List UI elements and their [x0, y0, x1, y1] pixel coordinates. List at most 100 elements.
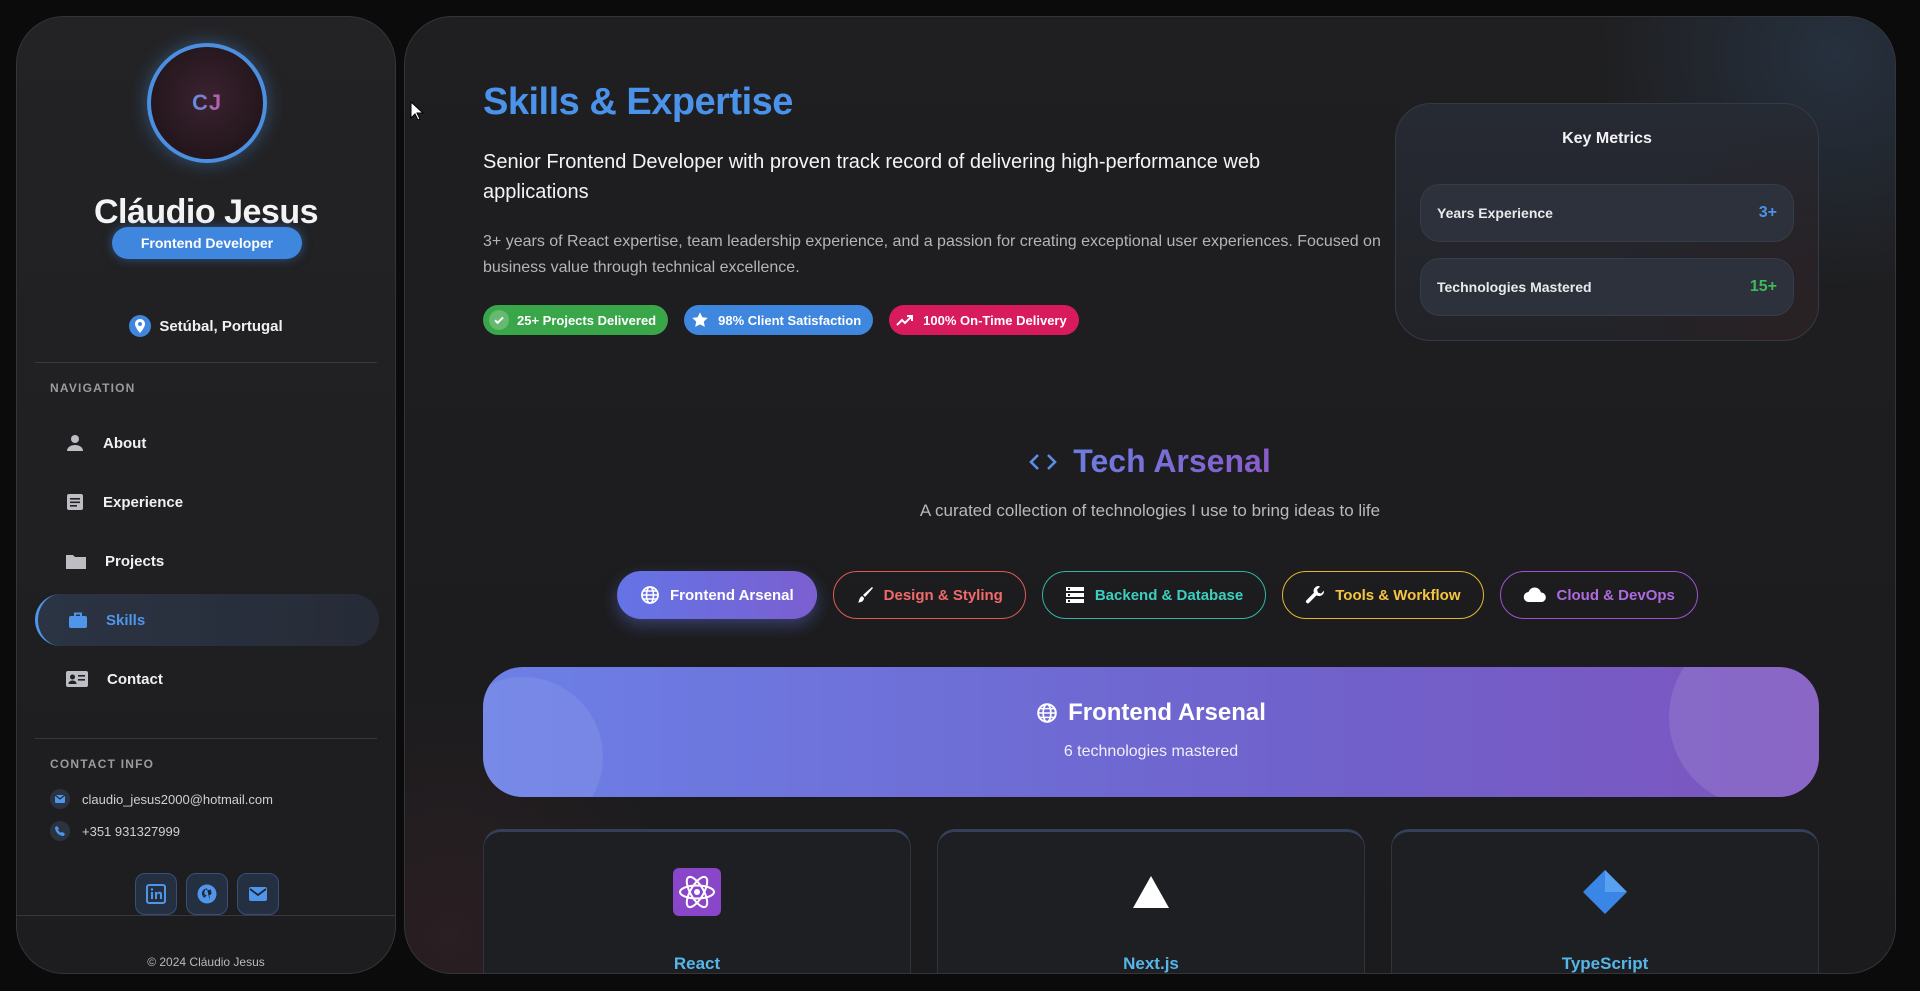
tech-name: TypeScript: [1561, 954, 1649, 973]
social-links: [135, 873, 279, 915]
phone-icon: [50, 821, 70, 841]
email-text: claudio_jesus2000@hotmail.com: [82, 791, 273, 807]
globe-icon: [641, 586, 659, 604]
tab-cloud-devops[interactable]: Cloud & DevOps: [1499, 571, 1698, 619]
tech-card-nextjs[interactable]: Next.js: [937, 829, 1365, 973]
hero-description: 3+ years of React expertise, team leader…: [483, 233, 1381, 276]
triangle-icon: [1127, 868, 1175, 916]
tab-tools-workflow[interactable]: Tools & Workflow: [1282, 571, 1484, 619]
location-text: Setúbal, Portugal: [159, 317, 283, 335]
delivery-pill: 100% On-Time Delivery: [889, 305, 1079, 335]
nav-section-title: NAVIGATION: [50, 381, 136, 395]
sidebar-item-label: Projects: [105, 552, 165, 570]
metric-technologies-mastered: Technologies Mastered 15+: [1420, 258, 1794, 316]
satisfaction-pill: 98% Client Satisfaction: [684, 305, 874, 335]
banner-title: Frontend Arsenal: [483, 699, 1819, 727]
linkedin-icon: [146, 884, 166, 904]
section-subtitle: A curated collection of technologies I u…: [919, 501, 1381, 520]
pill-label: 98% Client Satisfaction: [718, 312, 862, 328]
contact-card-icon: [66, 671, 88, 687]
pill-label: 100% On-Time Delivery: [923, 312, 1067, 328]
github-button[interactable]: [186, 873, 228, 915]
metric-label: Technologies Mastered: [1437, 279, 1592, 295]
tab-frontend-arsenal[interactable]: Frontend Arsenal: [617, 571, 817, 619]
metric-value: 15+: [1749, 278, 1777, 295]
star-icon: [690, 310, 710, 330]
server-icon: [1065, 587, 1084, 603]
tab-label: Cloud & DevOps: [1556, 586, 1675, 604]
mail-icon: [50, 789, 70, 809]
sidebar: CJ Cláudio Jesus Frontend Developer Setú…: [16, 16, 396, 974]
banner-title-text: Frontend Arsenal: [1068, 699, 1266, 726]
tech-card-typescript[interactable]: TypeScript: [1391, 829, 1819, 973]
role-badge: Frontend Developer: [112, 227, 302, 259]
tech-name: React: [673, 954, 721, 973]
react-atom-icon: [673, 868, 721, 916]
section-heading: Tech Arsenal: [405, 443, 1895, 480]
sidebar-item-label: Skills: [106, 611, 146, 629]
banner-subtitle: 6 technologies mastered: [1063, 743, 1239, 760]
sidebar-item-skills[interactable]: Skills: [35, 594, 379, 646]
location: Setúbal, Portugal: [17, 313, 395, 339]
github-icon: [197, 884, 217, 904]
sidebar-item-experience[interactable]: Experience: [35, 476, 379, 528]
contact-section-title: CONTACT INFO: [50, 757, 155, 771]
globe-icon: [1037, 703, 1057, 723]
avatar-initials: CJ: [191, 90, 223, 115]
page-title: Skills & Expertise: [483, 81, 793, 123]
tab-backend-database[interactable]: Backend & Database: [1041, 571, 1267, 619]
projects-pill: 25+ Projects Delivered: [483, 305, 669, 335]
sidebar-item-projects[interactable]: Projects: [35, 535, 379, 587]
document-icon: [67, 494, 83, 510]
divider: [35, 362, 377, 363]
person-icon: [67, 435, 83, 451]
contact-email[interactable]: claudio_jesus2000@hotmail.com: [50, 789, 273, 809]
tab-label: Tools & Workflow: [1335, 586, 1461, 604]
section-title: Tech Arsenal: [1073, 443, 1271, 479]
divider: [35, 738, 377, 739]
linkedin-button[interactable]: [135, 873, 177, 915]
phone-text: +351 931327999: [82, 823, 180, 839]
category-banner: Frontend Arsenal 6 technologies mastered: [483, 667, 1819, 797]
sidebar-item-label: Experience: [103, 493, 184, 511]
tab-label: Frontend Arsenal: [670, 586, 794, 604]
mail-icon: [249, 887, 267, 901]
sidebar-item-about[interactable]: About: [35, 417, 379, 469]
metric-value: 3+: [1758, 204, 1777, 221]
tab-design-styling[interactable]: Design & Styling: [832, 571, 1026, 619]
achievement-pills: 25+ Projects Delivered 98% Client Satisf…: [483, 305, 1079, 335]
briefcase-icon: [69, 612, 87, 628]
key-metrics-card: Key Metrics Years Experience 3+ Technolo…: [1395, 103, 1819, 341]
hero-subtitle: Senior Frontend Developer with proven tr…: [483, 151, 1261, 203]
main-content: Skills & Expertise Senior Frontend Devel…: [404, 16, 1896, 974]
tech-name: Next.js: [1123, 954, 1179, 973]
folder-icon: [66, 555, 86, 569]
metrics-title: Key Metrics: [1562, 130, 1652, 147]
sidebar-item-label: About: [103, 434, 147, 452]
metric-label: Years Experience: [1437, 205, 1553, 221]
metric-years-experience: Years Experience 3+: [1420, 184, 1794, 242]
code-icon: [1029, 453, 1058, 470]
contact-phone[interactable]: +351 931327999: [50, 821, 180, 841]
brush-icon: [857, 587, 873, 603]
decorative-circle: [483, 677, 603, 797]
tech-cards: React Next.js TypeScript: [483, 829, 1819, 973]
decorative-circle: [1669, 667, 1819, 797]
divider: [17, 915, 395, 916]
sidebar-item-label: Contact: [107, 670, 163, 688]
tech-card-react[interactable]: React: [483, 829, 911, 973]
check-circle-icon: [489, 310, 509, 330]
tab-label: Backend & Database: [1094, 586, 1244, 604]
sidebar-item-contact[interactable]: Contact: [35, 653, 379, 705]
location-pin-icon: [129, 315, 152, 337]
pill-label: 25+ Projects Delivered: [517, 312, 657, 328]
wrench-icon: [1306, 586, 1325, 604]
mail-button[interactable]: [237, 873, 279, 915]
tab-label: Design & Styling: [883, 586, 1003, 604]
cloud-icon: [1523, 587, 1546, 603]
diamond-icon: [1581, 868, 1629, 916]
avatar[interactable]: CJ: [147, 43, 267, 163]
mouse-cursor-icon: [410, 101, 424, 121]
copyright: © 2024 Cláudio Jesus: [147, 955, 265, 969]
category-tabs: Frontend Arsenal Design & Styling Backen…: [617, 571, 1698, 619]
